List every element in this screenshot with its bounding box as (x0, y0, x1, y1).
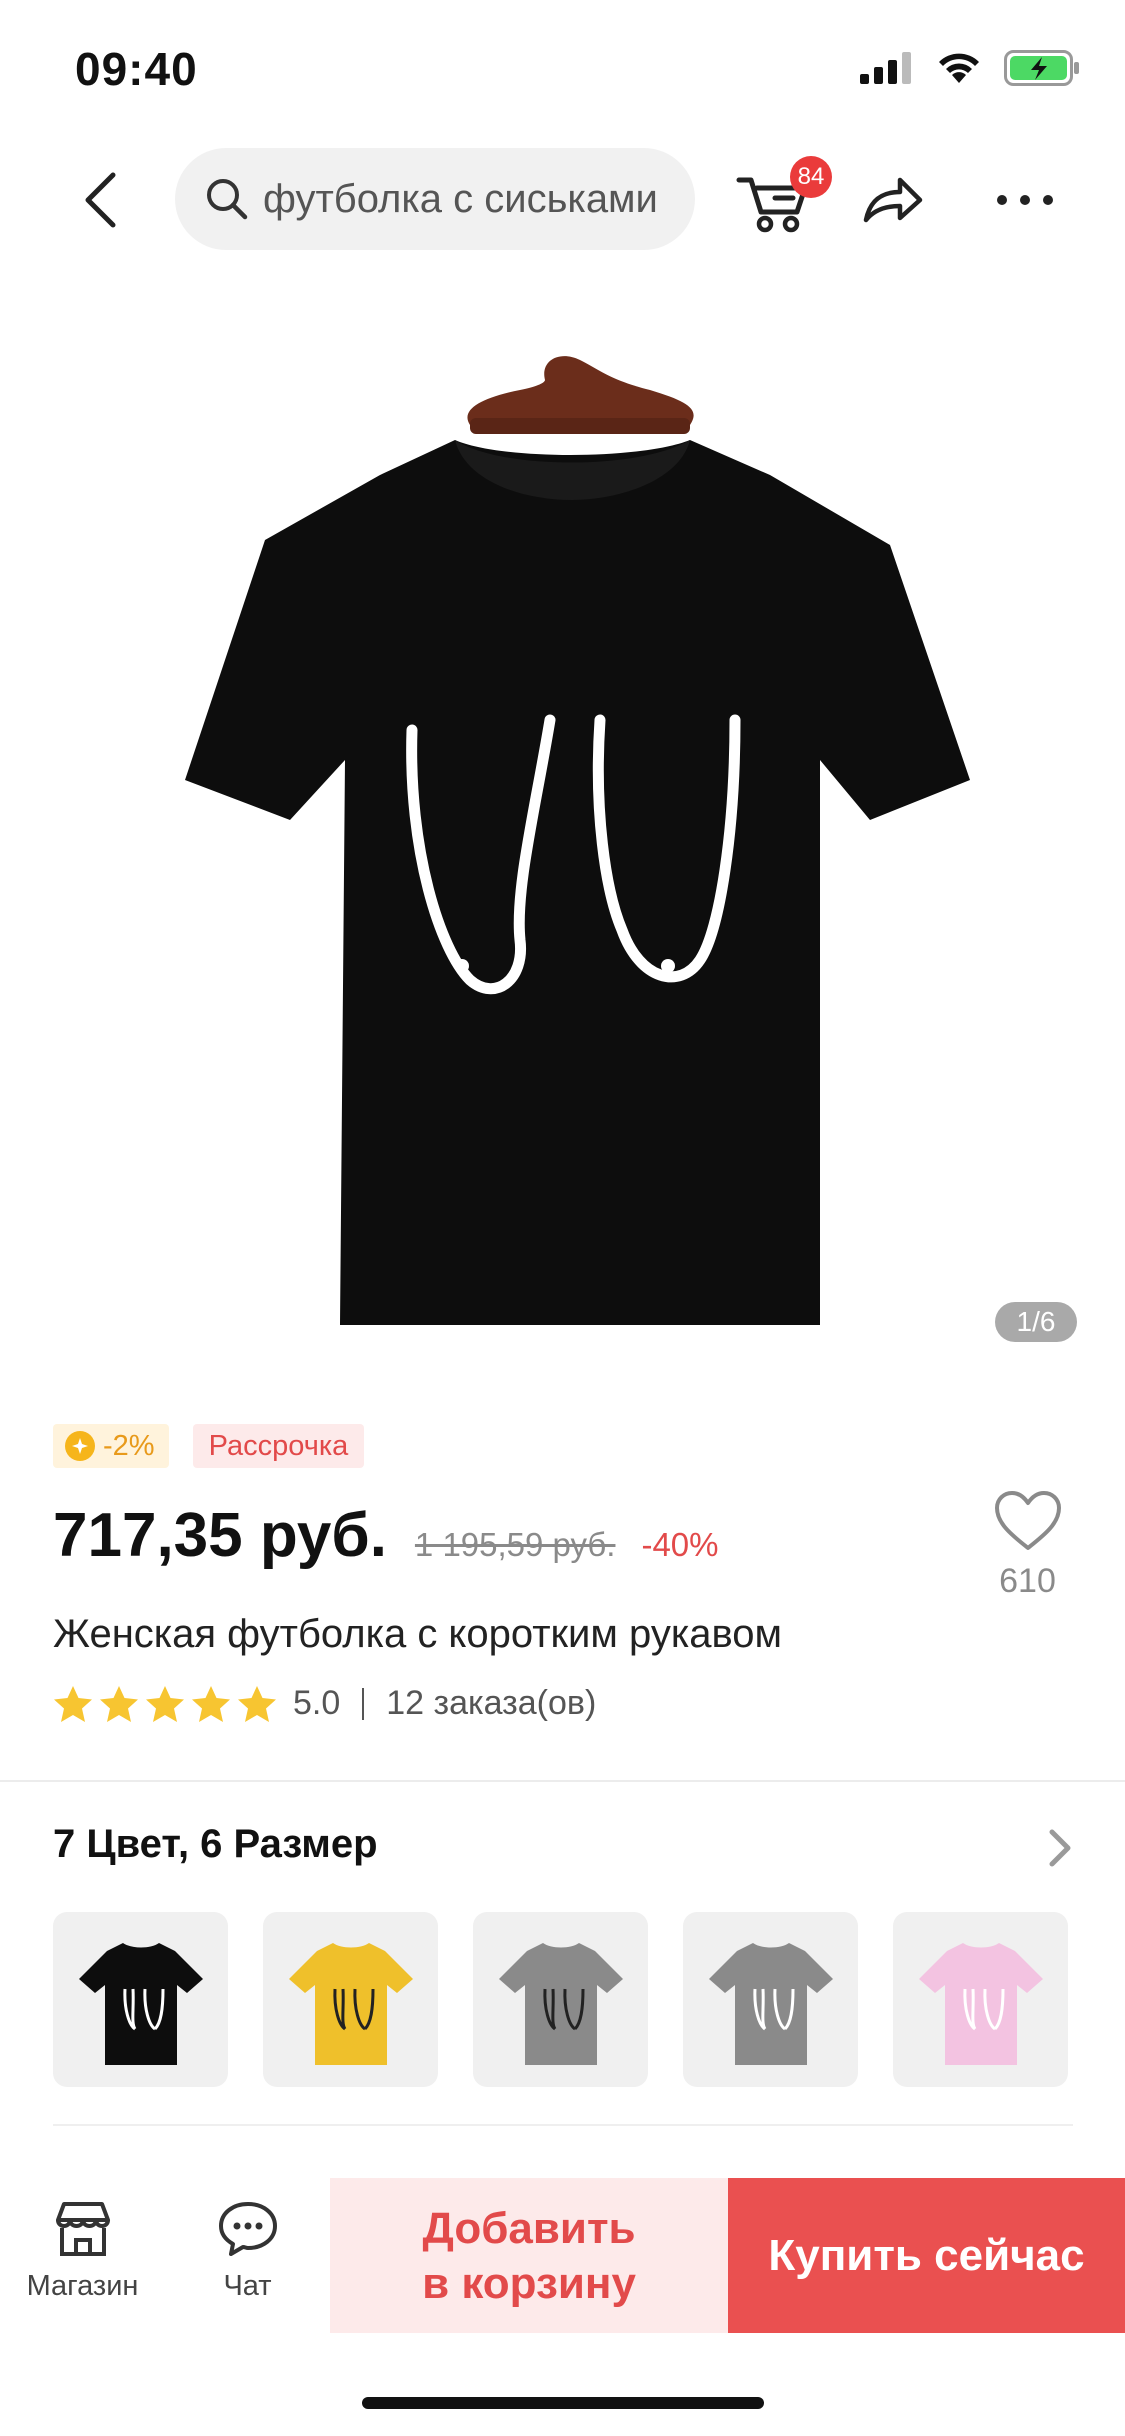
section-divider (0, 1780, 1125, 1782)
orders-count: 12 заказа(ов) (386, 1684, 597, 1722)
search-query: футболка с сиськами (263, 176, 658, 221)
wishlist-count: 610 (999, 1562, 1056, 1600)
wishlist-button[interactable]: 610 (990, 1490, 1065, 1601)
star-icon (54, 1685, 92, 1722)
star-icon (192, 1685, 230, 1722)
rating-value: 5.0 (293, 1684, 341, 1722)
status-bar: 09:40 (0, 0, 1125, 135)
product-image-gallery[interactable] (0, 290, 1125, 1370)
store-icon (55, 2202, 110, 2256)
color-swatch-gray-white-print[interactable] (683, 1912, 858, 2087)
product-title: Женская футболка с коротким рукавом (53, 1612, 782, 1656)
price-row: 717,35 руб. 1 195,59 руб. -40% (53, 1500, 719, 1571)
tshirt-thumbnail (288, 1942, 413, 2065)
rating-stars (53, 1685, 277, 1723)
heart-icon (994, 1491, 1061, 1550)
promo-tags: -2% Рассрочка (53, 1424, 365, 1468)
buy-now-button[interactable]: Купить сейчас (728, 2178, 1125, 2333)
shop-button[interactable]: Магазин (10, 2198, 155, 2318)
color-swatch-pink[interactable] (893, 1912, 1068, 2087)
search-icon (207, 179, 248, 220)
chevron-right-icon (1049, 1829, 1071, 1867)
add-to-cart-label-line2: в корзину (422, 2258, 636, 2308)
tshirt-thumbnail (918, 1942, 1043, 2065)
color-swatch-gray-black-print[interactable] (473, 1912, 648, 2087)
current-price: 717,35 руб. (53, 1501, 387, 1570)
star-icon (238, 1685, 276, 1722)
chat-label: Чат (223, 2270, 272, 2302)
coin-discount-tag: -2% (53, 1424, 169, 1468)
variant-selector-arrow[interactable] (1040, 1826, 1080, 1870)
more-dots-icon (997, 195, 1053, 205)
status-time: 09:40 (75, 43, 198, 95)
bottom-action-bar: Магазин Чат Добавить в корзину Купить се… (0, 2178, 1125, 2333)
color-swatches (53, 1912, 1068, 2087)
cart-count-badge: 84 (790, 156, 832, 198)
discount-percent: -40% (641, 1526, 719, 1563)
tshirt-thumbnail (498, 1942, 623, 2065)
wifi-icon (939, 53, 979, 83)
old-price: 1 195,59 руб. (414, 1526, 616, 1563)
rating-separator (362, 1687, 365, 1720)
cellular-signal-icon (860, 52, 911, 84)
add-to-cart-button[interactable]: Добавить в корзину (330, 2178, 728, 2333)
tshirt-product-photo (185, 356, 970, 1325)
back-button[interactable] (70, 165, 130, 235)
battery-charging-icon (1004, 50, 1079, 86)
installment-tag: Рассрочка (192, 1424, 365, 1468)
share-button[interactable] (860, 168, 924, 232)
tshirt-thumbnail (708, 1942, 833, 2065)
home-indicator[interactable] (362, 2397, 764, 2409)
color-swatch-black[interactable] (53, 1912, 228, 2087)
add-to-cart-label-line1: Добавить (422, 2203, 636, 2253)
more-options-button[interactable] (990, 175, 1060, 225)
color-swatch-yellow[interactable] (263, 1912, 438, 2087)
tshirt-thumbnail (78, 1942, 203, 2065)
star-icon (146, 1685, 184, 1722)
status-icons (860, 50, 1080, 86)
coin-discount-value: -2% (103, 1429, 155, 1462)
star-icon (100, 1685, 138, 1722)
search-input[interactable]: футболка с сиськами (175, 148, 695, 250)
variant-selector-header[interactable]: 7 Цвет, 6 Размер (53, 1822, 378, 1867)
chat-button[interactable]: Чат (175, 2198, 320, 2318)
section-divider (53, 2124, 1073, 2126)
shop-label: Магазин (26, 2270, 139, 2302)
chat-bubble-icon (218, 2202, 277, 2256)
chevron-left-icon (85, 172, 116, 228)
coin-icon (65, 1431, 95, 1461)
top-bar: футболка с сиськами 84 (0, 140, 1125, 260)
share-icon (863, 177, 923, 223)
rating-row[interactable]: 5.0 12 заказа(ов) (53, 1684, 596, 1723)
gallery-page-indicator: 1/6 (995, 1302, 1077, 1342)
